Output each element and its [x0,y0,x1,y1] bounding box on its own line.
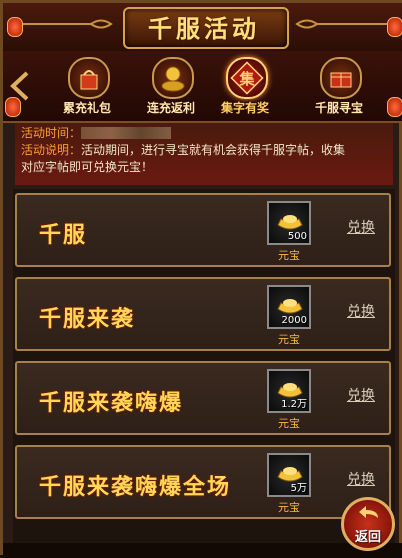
reward-item[interactable]: 2000 [267,285,311,329]
lantern-icon [387,97,402,117]
reward-list[interactable]: 千服 500 元宝 兑换 千服来袭 2000 元宝 兑换 千服来袭嗨爆 1.2万… [13,189,395,555]
tab-glyph: 集 [238,70,255,88]
exchange-button[interactable]: 兑换 [347,217,375,237]
reward-row: 千服来袭嗨爆 1.2万 元宝 兑换 [15,361,391,435]
cloud-ornament-icon [295,19,397,29]
reward-name: 千服 [39,222,88,248]
collect-character-icon: 集 [226,57,268,99]
lantern-icon [7,17,23,37]
activity-time-label: 活动时间： [21,126,82,140]
reward-quantity: 1.2万 [281,399,307,410]
cloud-ornament-icon [11,19,113,29]
tab-continuous-recharge[interactable]: 连充返利 [131,57,211,117]
tab-label: 千服寻宝 [314,101,363,115]
return-arrow-icon [359,506,378,518]
page-title: 千服活动 [148,14,260,43]
tab-label: 连充返利 [146,101,195,115]
tab-treasure-hunt[interactable]: 千服寻宝 [299,57,379,117]
exchange-button[interactable]: 兑换 [347,385,375,405]
reward-name: 千服来袭嗨爆全场 [39,474,232,500]
gold-ingot-icon [277,299,303,314]
tab-label: 集字有奖 [220,101,269,115]
reward-unit: 元宝 [278,501,300,514]
reward-name: 千服来袭 [39,306,136,332]
activity-window: 千服活动 累充礼包 连充返利 集 集字有奖 千服寻宝 活动时间： 活动说明：活动… [0,0,402,558]
return-label: 返回 [354,530,381,545]
reward-row: 千服来袭 2000 元宝 兑换 [15,277,391,351]
reward-quantity: 2000 [281,315,307,326]
lantern-icon [387,17,402,37]
reward-quantity: 5万 [290,483,307,494]
tab-label: 累充礼包 [62,101,111,115]
activity-time-value-blurred [81,127,172,139]
treasure-chest-icon [320,57,362,99]
reward-name: 千服来袭嗨爆 [39,390,184,416]
lantern-icon [5,97,21,117]
gift-bag-icon [68,57,110,99]
exchange-button[interactable]: 兑换 [347,469,375,489]
return-button[interactable]: 返回 [341,497,395,551]
gold-ingot-icon [277,215,303,230]
activity-time: 活动时间： [21,125,172,142]
reward-unit: 元宝 [278,333,300,346]
reward-item[interactable]: 5万 [267,453,311,497]
gold-coins-icon [152,57,194,99]
header-banner: 千服活动 [3,3,402,53]
activity-info: 活动时间： 活动说明：活动期间，进行寻宝就有机会获得千服字帖，收集 对应字帖即可… [15,123,393,185]
activity-description-text-cont: 对应字帖即可兑换元宝！ [21,160,154,174]
reward-row: 千服来袭嗨爆全场 5万 元宝 兑换 [15,445,391,519]
reward-quantity: 500 [287,231,307,242]
tab-cumulative-recharge[interactable]: 累充礼包 [47,57,127,117]
reward-item[interactable]: 1.2万 [267,369,311,413]
reward-unit: 元宝 [278,417,300,430]
reward-unit: 元宝 [278,249,300,262]
bottom-bar [3,543,402,558]
activity-description-text: 活动期间，进行寻宝就有机会获得千服字帖，收集 [81,143,346,157]
reward-row: 千服 500 元宝 兑换 [15,193,391,267]
reward-item[interactable]: 500 [267,201,311,245]
tab-collect-characters[interactable]: 集 集字有奖 [205,57,285,117]
exchange-button[interactable]: 兑换 [347,301,375,321]
activity-tabs: 累充礼包 连充返利 集 集字有奖 千服寻宝 [3,51,402,123]
activity-description-label: 活动说明： [21,143,82,157]
activity-description: 活动说明：活动期间，进行寻宝就有机会获得千服字帖，收集 [21,142,345,159]
